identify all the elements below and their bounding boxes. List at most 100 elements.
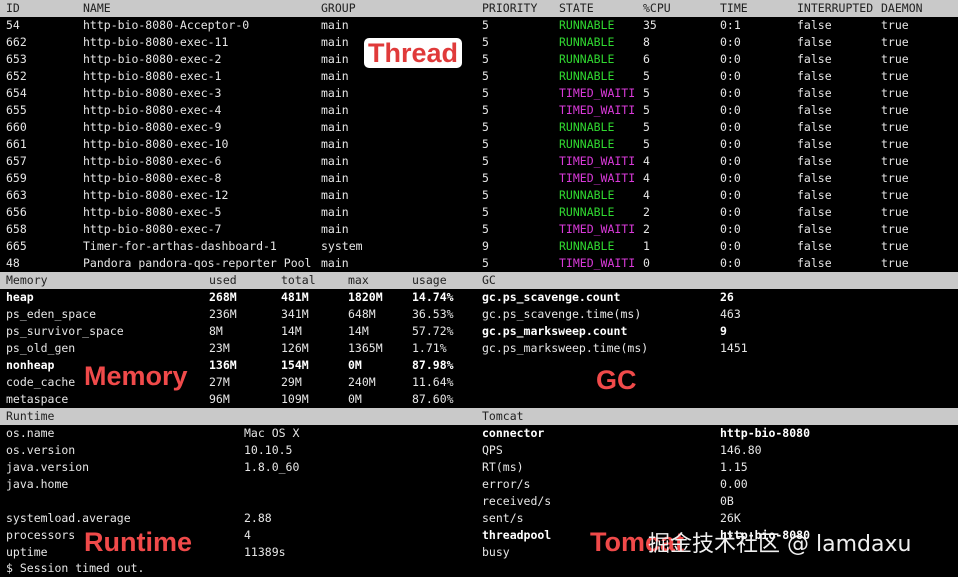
memory-used: 8M bbox=[209, 324, 223, 338]
thread-time: 0:0 bbox=[720, 35, 741, 49]
thread-name: http-bio-8080-exec-9 bbox=[83, 120, 222, 134]
thread-name: http-bio-8080-exec-6 bbox=[83, 154, 222, 168]
memory-used: 136M bbox=[209, 358, 237, 372]
thread-cpu: 0 bbox=[643, 256, 650, 270]
thread-state: TIMED_WAITI bbox=[559, 103, 636, 117]
gc-metric-name: gc.ps_scavenge.count bbox=[482, 290, 621, 304]
thread-daemon: true bbox=[881, 120, 909, 134]
thread-id: 661 bbox=[6, 137, 27, 151]
thread-id: 656 bbox=[6, 205, 27, 219]
thread-row: 659 http-bio-8080-exec-8 main 5 TIMED_WAITI 4… bbox=[0, 170, 958, 187]
thread-state: RUNNABLE bbox=[559, 120, 615, 134]
watermark: 掘金技术社区 @ lamdaxu bbox=[648, 532, 912, 557]
thread-group: main bbox=[321, 154, 349, 168]
thread-state: TIMED_WAITI bbox=[559, 154, 636, 168]
thread-interrupted: false bbox=[797, 86, 832, 100]
thread-time: 0:0 bbox=[720, 69, 741, 83]
thread-name: http-bio-8080-exec-5 bbox=[83, 205, 222, 219]
thread-time: 0:0 bbox=[720, 222, 741, 236]
thread-cpu: 2 bbox=[643, 222, 650, 236]
memory-total: 341M bbox=[281, 307, 309, 321]
runtime-value: 10.10.5 bbox=[244, 443, 293, 457]
thread-interrupted: false bbox=[797, 52, 832, 66]
thread-cpu: 35 bbox=[643, 18, 657, 32]
thread-group: main bbox=[321, 103, 349, 117]
thread-state: RUNNABLE bbox=[559, 188, 615, 202]
thread-cpu: 8 bbox=[643, 35, 650, 49]
thread-daemon: true bbox=[881, 18, 909, 32]
memory-row: ps_old_gen 23M 126M 1365M 1.71% gc.ps_markswe… bbox=[0, 340, 958, 357]
thread-interrupted: false bbox=[797, 137, 832, 151]
thread-name: http-bio-8080-exec-2 bbox=[83, 52, 222, 66]
memory-used: 268M bbox=[209, 290, 237, 304]
thread-state: TIMED_WAITI bbox=[559, 86, 636, 100]
thread-time: 0:0 bbox=[720, 188, 741, 202]
column-header-name: NAME bbox=[83, 1, 111, 15]
thread-row: 660 http-bio-8080-exec-9 main 5 RUNNABLE 5 0:0… bbox=[0, 119, 958, 136]
thread-row: 655 http-bio-8080-exec-4 main 5 TIMED_WAITI 5… bbox=[0, 102, 958, 119]
memory-used: 23M bbox=[209, 341, 230, 355]
runtime-value: Mac OS X bbox=[244, 426, 300, 440]
runtime-annotation-text: Runtime bbox=[84, 527, 192, 557]
thread-time: 0:0 bbox=[720, 256, 741, 270]
memory-name: ps_survivor_space bbox=[6, 324, 124, 338]
memory-used: 236M bbox=[209, 307, 237, 321]
memory-header-total: total bbox=[281, 273, 316, 287]
memory-name: nonheap bbox=[6, 358, 55, 372]
thread-row: 54 http-bio-8080-Acceptor-0 main 5 RUNNABLE 3… bbox=[0, 17, 958, 34]
thread-row: 652 http-bio-8080-exec-1 main 5 RUNNABLE 5 0:0… bbox=[0, 68, 958, 85]
thread-row: 654 http-bio-8080-exec-3 main 5 TIMED_WAITI 5… bbox=[0, 85, 958, 102]
thread-group: main bbox=[321, 137, 349, 151]
thread-cpu: 5 bbox=[643, 103, 650, 117]
gc-metric-value: 9 bbox=[720, 324, 727, 338]
thread-name: http-bio-8080-exec-4 bbox=[83, 103, 222, 117]
thread-interrupted: false bbox=[797, 35, 832, 49]
tomcat-value: 0B bbox=[720, 494, 734, 508]
thread-priority: 5 bbox=[482, 222, 489, 236]
thread-id: 652 bbox=[6, 69, 27, 83]
thread-group: main bbox=[321, 188, 349, 202]
thread-priority: 9 bbox=[482, 239, 489, 253]
runtime-row: os.version 10.10.5 QPS 146.80 bbox=[0, 442, 958, 459]
thread-id: 659 bbox=[6, 171, 27, 185]
runtime-key: java.home bbox=[6, 477, 69, 491]
gc-metric-name: gc.ps_marksweep.time(ms) bbox=[482, 341, 649, 355]
thread-row: 653 http-bio-8080-exec-2 main 5 RUNNABLE 6 0:0… bbox=[0, 51, 958, 68]
memory-total: 14M bbox=[281, 324, 302, 338]
thread-interrupted: false bbox=[797, 239, 832, 253]
memory-name: ps_eden_space bbox=[6, 307, 97, 321]
thread-priority: 5 bbox=[482, 256, 489, 270]
thread-name: http-bio-8080-exec-10 bbox=[83, 137, 229, 151]
tomcat-key: threadpool bbox=[482, 528, 552, 542]
thread-time: 0:0 bbox=[720, 137, 741, 151]
thread-priority: 5 bbox=[482, 86, 489, 100]
thread-state: TIMED_WAITI bbox=[559, 171, 636, 185]
thread-group: main bbox=[321, 18, 349, 32]
thread-interrupted: false bbox=[797, 222, 832, 236]
thread-table-header: ID NAME GROUP PRIORITY STATE %CPU TIME INTERRUP… bbox=[0, 0, 958, 17]
tomcat-key: QPS bbox=[482, 443, 503, 457]
thread-group: main bbox=[321, 171, 349, 185]
memory-row: heap 268M 481M 1820M 14.74% gc.ps_scavenge.co… bbox=[0, 289, 958, 306]
column-header-time: TIME bbox=[720, 1, 748, 15]
thread-id: 660 bbox=[6, 120, 27, 134]
thread-id: 658 bbox=[6, 222, 27, 236]
thread-cpu: 2 bbox=[643, 205, 650, 219]
runtime-value: 4 bbox=[244, 528, 251, 542]
thread-name: Pandora pandora-qos-reporter Pool bbox=[83, 256, 312, 270]
thread-interrupted: false bbox=[797, 120, 832, 134]
column-header-daemon: DAEMON bbox=[881, 1, 923, 15]
thread-name: http-bio-8080-exec-7 bbox=[83, 222, 222, 236]
memory-usage: 11.64% bbox=[412, 375, 454, 389]
thread-group: system bbox=[321, 239, 363, 253]
runtime-value: 1.8.0_60 bbox=[244, 460, 300, 474]
thread-daemon: true bbox=[881, 154, 909, 168]
runtime-row: os.name Mac OS X connector http-bio-8080 bbox=[0, 425, 958, 442]
thread-state: RUNNABLE bbox=[559, 69, 615, 83]
thread-time: 0:0 bbox=[720, 205, 741, 219]
thread-time: 0:0 bbox=[720, 86, 741, 100]
memory-annotation: Memory bbox=[84, 361, 188, 391]
thread-interrupted: false bbox=[797, 171, 832, 185]
memory-header-max: max bbox=[348, 273, 369, 287]
thread-interrupted: false bbox=[797, 205, 832, 219]
